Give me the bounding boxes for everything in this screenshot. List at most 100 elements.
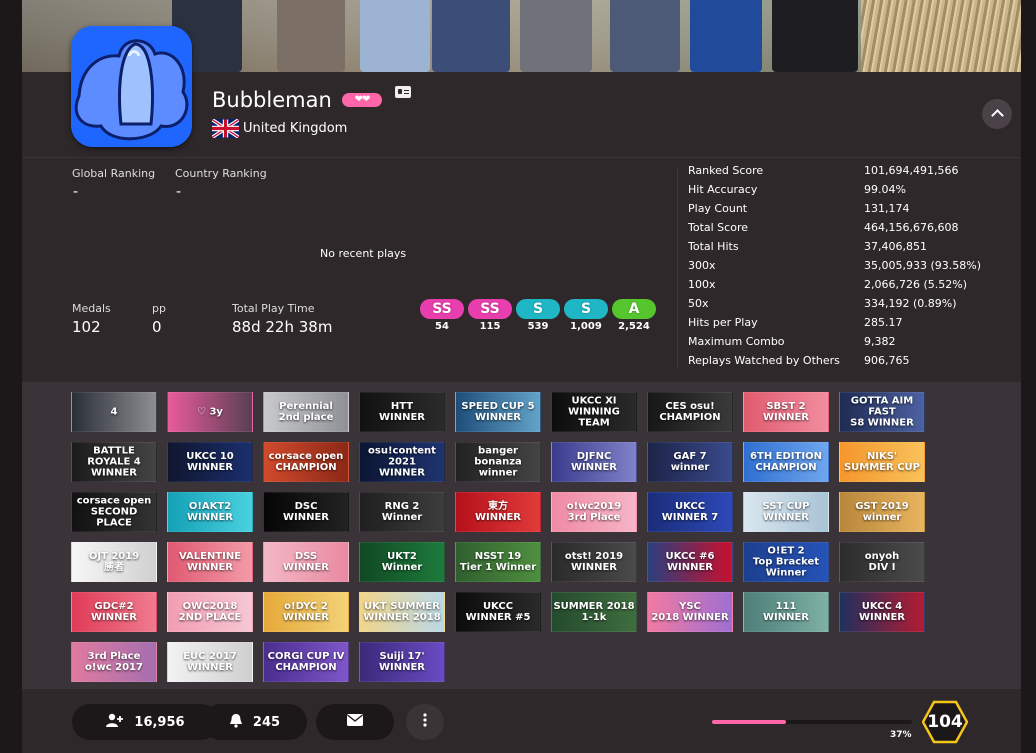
- profile-badge[interactable]: UKCC WINNER 7: [647, 492, 733, 532]
- profile-badge[interactable]: o!DYC 2 WINNER: [263, 592, 349, 632]
- profile-badge[interactable]: onyoh DIV I: [839, 542, 925, 582]
- badge-label: GDC#2 WINNER: [90, 601, 138, 623]
- profile-badge[interactable]: CORGI CUP IV CHAMPION: [263, 642, 349, 682]
- badge-label: O!AKT2 WINNER: [186, 501, 234, 523]
- profile-badge[interactable]: UKCC 10 WINNER: [167, 442, 253, 482]
- profile-badge[interactable]: GDC#2 WINNER: [71, 592, 157, 632]
- badge-label: UKT2 Winner: [381, 551, 423, 573]
- profile-badge[interactable]: VALENTINE WINNER: [167, 542, 253, 582]
- profile-page: Bubbleman ❤❤ United Kingdom Global Ranki…: [0, 0, 1036, 753]
- profile-badge[interactable]: EUC 2017 WINNER: [167, 642, 253, 682]
- profile-card: Bubbleman ❤❤ United Kingdom Global Ranki…: [22, 0, 1021, 753]
- profile-badge[interactable]: RNG 2 Winner: [359, 492, 445, 532]
- profile-badge[interactable]: otst! 2019 WINNER: [551, 542, 637, 582]
- profile-badge[interactable]: 111 WINNER: [743, 592, 829, 632]
- profile-badge[interactable]: OWC2018 2ND PLACE: [167, 592, 253, 632]
- badge-label: ♡ 3y: [197, 406, 223, 418]
- grade-s-pill: S: [564, 299, 608, 319]
- badge-label: CORGI CUP IV CHAMPION: [267, 651, 345, 673]
- profile-badge[interactable]: HTT WINNER: [359, 392, 445, 432]
- grade-sh-pill: S: [516, 299, 560, 319]
- badge-label: BATTLE ROYALE 4 WINNER: [87, 445, 141, 479]
- stat-row: 100x 2,066,726 (5.52%): [688, 278, 1018, 297]
- id-card-icon[interactable]: [395, 86, 411, 98]
- profile-footer: 16,956 245 37% 104: [22, 689, 1021, 753]
- badge-label: UKCC WINNER 7: [661, 501, 719, 523]
- profile-badge[interactable]: 6TH EDITION CHAMPION: [743, 442, 829, 482]
- stat-label: Play Count: [688, 202, 748, 215]
- badge-label: 4: [110, 406, 118, 418]
- profile-badge[interactable]: osu!content 2021 WINNER: [359, 442, 445, 482]
- profile-badge[interactable]: UKT2 Winner: [359, 542, 445, 582]
- country-ranking-value: -: [176, 184, 182, 200]
- badge-label: EUC 2017 WINNER: [183, 651, 237, 673]
- more-options-button[interactable]: [406, 704, 444, 740]
- pp-label: pp: [152, 302, 166, 315]
- country-name[interactable]: United Kingdom: [243, 121, 347, 136]
- followers-button[interactable]: 16,956: [72, 704, 219, 740]
- collapse-header-button[interactable]: [982, 99, 1012, 129]
- stat-value: 99.04%: [864, 183, 906, 196]
- profile-badge[interactable]: GST 2019 winner: [839, 492, 925, 532]
- profile-badge[interactable]: UKCC WINNER #5: [455, 592, 541, 632]
- profile-badge[interactable]: NIKS' SUMMER CUP: [839, 442, 925, 482]
- stat-label: Replays Watched by Others: [688, 354, 840, 367]
- profile-badge[interactable]: SPEED CUP 5 WINNER: [455, 392, 541, 432]
- profile-badge[interactable]: UKCC #6 WINNER: [647, 542, 733, 582]
- profile-badge[interactable]: DSC WINNER: [263, 492, 349, 532]
- level-badge: 104: [922, 699, 968, 745]
- grade-ss: SS 115: [468, 299, 512, 332]
- profile-badge[interactable]: SUMMER 2018 1-1k: [551, 592, 637, 632]
- profile-badge[interactable]: UKCC 4 WINNER: [839, 592, 925, 632]
- profile-badge[interactable]: O!ET 2 Top Bracket Winner: [743, 542, 829, 582]
- profile-badge[interactable]: corsace open SECOND PLACE: [71, 492, 157, 532]
- profile-badge[interactable]: DJFNC WINNER: [551, 442, 637, 482]
- badge-label: onyoh DIV I: [864, 551, 900, 573]
- profile-badge[interactable]: OJT 2019 勝者: [71, 542, 157, 582]
- badge-label: 6TH EDITION CHAMPION: [750, 451, 822, 473]
- kebab-icon: [423, 713, 427, 731]
- profile-badge[interactable]: GOTTA AIM FAST S8 WINNER: [839, 392, 925, 432]
- grade-a: A 2,524: [612, 299, 656, 332]
- badge-label: UKCC 10 WINNER: [186, 451, 234, 473]
- stat-row: Ranked Score 101,694,491,566: [688, 164, 1018, 183]
- profile-badge[interactable]: 4: [71, 392, 157, 432]
- badge-label: DSC WINNER: [282, 501, 330, 523]
- username[interactable]: Bubbleman: [212, 88, 332, 112]
- supporter-badge[interactable]: ❤❤: [342, 93, 382, 107]
- profile-badge[interactable]: CES osu! CHAMPION: [647, 392, 733, 432]
- profile-badge[interactable]: GAF 7 winner: [647, 442, 733, 482]
- profile-badge[interactable]: BATTLE ROYALE 4 WINNER: [71, 442, 157, 482]
- profile-badge[interactable]: banger bonanza winner: [455, 442, 541, 482]
- message-button[interactable]: [316, 704, 394, 740]
- profile-badge[interactable]: o!wc2019 3rd Place: [551, 492, 637, 532]
- profile-badge[interactable]: Suiji 17' WINNER: [359, 642, 445, 682]
- profile-badge[interactable]: 3rd Place o!wc 2017: [71, 642, 157, 682]
- badge-label: 東方 WINNER: [474, 501, 522, 523]
- profile-badge[interactable]: Perennial 2nd place: [263, 392, 349, 432]
- stat-value: 35,005,933 (93.58%): [864, 259, 982, 272]
- grade-s: S 1,009: [564, 299, 608, 332]
- badge-label: UKCC 4 WINNER: [858, 601, 906, 623]
- no-recent-plays-text: No recent plays: [320, 247, 407, 260]
- profile-badge[interactable]: SST CUP WINNER: [743, 492, 829, 532]
- profile-badge[interactable]: SBST 2 WINNER: [743, 392, 829, 432]
- profile-badge[interactable]: UKCC XI WINNING TEAM: [551, 392, 637, 432]
- stat-label: Maximum Combo: [688, 335, 785, 348]
- badge-label: SBST 2 WINNER: [762, 401, 810, 423]
- stat-value: 464,156,676,608: [864, 221, 959, 234]
- badge-label: o!DYC 2 WINNER: [282, 601, 330, 623]
- profile-badge[interactable]: DSS WINNER: [263, 542, 349, 582]
- stat-label: Hit Accuracy: [688, 183, 758, 196]
- profile-badge[interactable]: NSST 19 Tier 1 Winner: [455, 542, 541, 582]
- mapping-subscribers-button[interactable]: 245: [202, 704, 307, 740]
- stat-value: 334,192 (0.89%): [864, 297, 957, 310]
- profile-badge[interactable]: O!AKT2 WINNER: [167, 492, 253, 532]
- uk-flag-icon[interactable]: [212, 119, 239, 138]
- profile-badge[interactable]: 東方 WINNER: [455, 492, 541, 532]
- avatar[interactable]: [71, 26, 192, 147]
- profile-badge[interactable]: corsace open CHAMPION: [263, 442, 349, 482]
- profile-badge[interactable]: YSC 2018 WINNER: [647, 592, 733, 632]
- profile-badge[interactable]: UKT SUMMER WINNER 2018: [359, 592, 445, 632]
- profile-badge[interactable]: ♡ 3y: [167, 392, 253, 432]
